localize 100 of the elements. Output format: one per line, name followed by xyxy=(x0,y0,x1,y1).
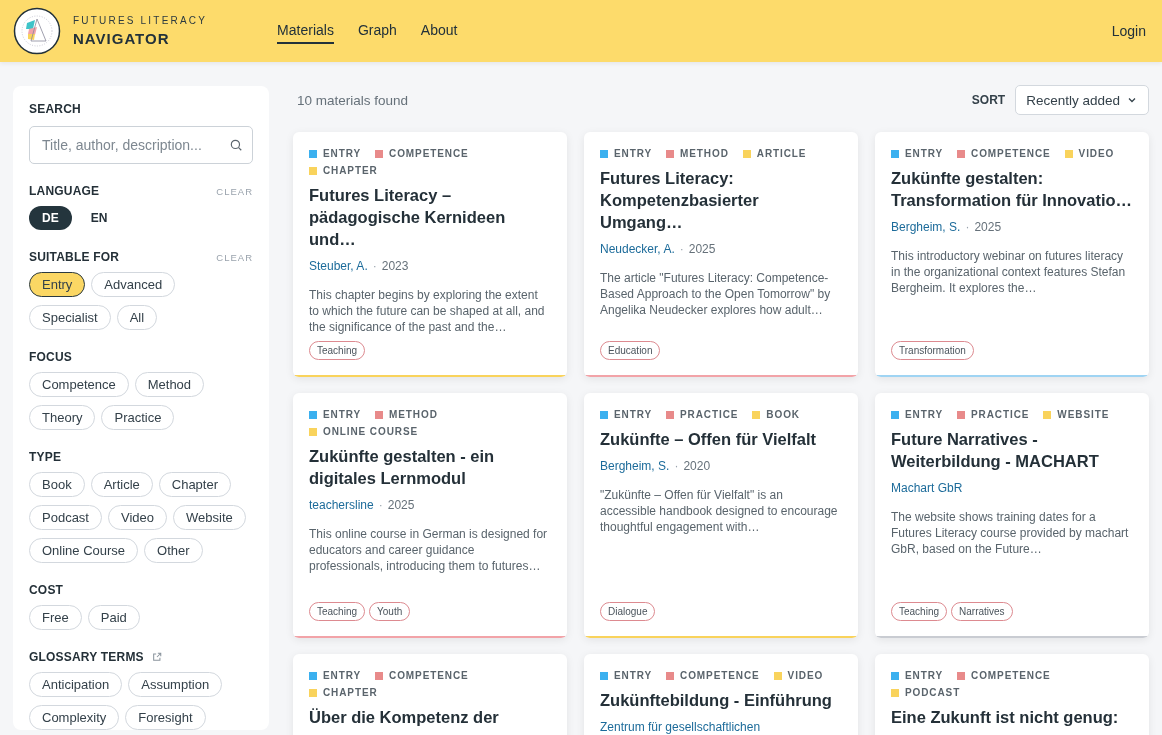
section-title: FOCUS xyxy=(29,350,72,364)
tag-label: WEBSITE xyxy=(1057,409,1110,420)
material-card[interactable] xyxy=(875,393,1149,638)
tag-label: ENTRY xyxy=(905,670,944,681)
tag-label: CHAPTER xyxy=(323,165,378,176)
card-description: This online course in German is designed for educators and career guidance professionals, introducing them to futures… xyxy=(309,526,549,575)
card-title: Eine Zukunft ist nicht genug: xyxy=(891,707,1120,728)
sort-label: SORT xyxy=(971,93,1006,107)
separator-dot: · xyxy=(378,498,383,512)
separator-dot: · xyxy=(372,259,377,273)
login-link[interactable]: Login xyxy=(1111,23,1146,39)
card-description: This chapter begins by exploring the extent to which the future can be shaped at all, and the significance of the past and the… xyxy=(309,287,546,336)
tag-label: ENTRY xyxy=(614,409,653,420)
card-year: 2025 xyxy=(387,498,415,512)
filter-chip[interactable]: Practice xyxy=(101,405,175,430)
search-icon xyxy=(229,138,243,152)
tag-label: PRACTICE xyxy=(680,409,739,420)
tag-label: ONLINE COURSE xyxy=(323,426,419,437)
tag-label: METHOD xyxy=(680,148,729,159)
filter-chip[interactable]: Book xyxy=(29,472,85,497)
author-link[interactable]: teachersline xyxy=(309,498,374,512)
material-card[interactable]: ENTRY COMPETENCE PODCAST Eine Zukunft ist nicht genug: xyxy=(875,654,1149,735)
card-year: 2023 xyxy=(381,259,409,273)
tag-label: COMPETENCE xyxy=(389,670,469,681)
card-title: Zukünfte gestalten - ein digitales Lernmodul xyxy=(309,446,496,489)
tag-label: BOOK xyxy=(766,409,800,420)
tag-label: COMPETENCE xyxy=(389,148,469,159)
card-title: Über die Kompetenz der xyxy=(309,707,500,728)
separator-dot: · xyxy=(679,242,684,256)
filter-chip[interactable]: Chapter xyxy=(158,472,231,497)
separator-dot: · xyxy=(965,220,970,234)
card-title: Zukünftebildung - Einführung xyxy=(600,690,833,711)
card-description: The article "Futures Literacy: Competence-Based Approach to the Open Tomorrow" by Angelika Neudecker explores how adult… xyxy=(600,270,832,319)
tag-label: VIDEO xyxy=(787,670,824,681)
section-title: TYPE xyxy=(29,450,62,464)
filter-chip[interactable]: Foresight xyxy=(125,705,206,730)
card-title: Future Narratives - Weiterbildung - MACHART xyxy=(891,429,1100,472)
card-description: This introductory webinar on futures literacy in the organizational context features Stefan Bergheim. It explores the… xyxy=(891,248,1127,297)
tag-label: ENTRY xyxy=(323,409,362,420)
tag-label: COMPETENCE xyxy=(680,670,760,681)
search-field[interactable]: Title, author, description... xyxy=(29,126,253,164)
filter-chip[interactable]: Article xyxy=(90,472,153,497)
filter-chip[interactable]: Video xyxy=(108,505,167,530)
filter-chip[interactable]: Podcast xyxy=(29,505,102,530)
filter-chip[interactable]: Anticipation xyxy=(29,672,123,697)
author-link[interactable]: Neudecker, A. xyxy=(600,242,675,256)
separator-dot: · xyxy=(674,459,679,473)
card-year: 2020 xyxy=(683,459,711,473)
material-card[interactable] xyxy=(875,132,1149,377)
nav-link[interactable]: Graph xyxy=(357,18,397,44)
author-link[interactable]: Bergheim, S. xyxy=(600,459,670,473)
tag-label: ENTRY xyxy=(905,148,944,159)
author-link[interactable]: Machart GbR xyxy=(891,481,963,495)
tag-label: ENTRY xyxy=(323,670,362,681)
language-toggle[interactable]: DE xyxy=(29,206,72,230)
tag-label: PRACTICE xyxy=(971,409,1030,420)
author-link[interactable]: Bergheim, S. xyxy=(891,220,961,234)
tag-label: PODCAST xyxy=(905,687,961,698)
tag-label: ARTICLE xyxy=(756,148,807,159)
tag-label: ENTRY xyxy=(614,670,653,681)
filter-chip[interactable]: Entry xyxy=(29,272,86,297)
filter-chip[interactable]: Paid xyxy=(87,605,140,630)
filter-chip[interactable]: Competence xyxy=(29,372,129,397)
tag-label: ENTRY xyxy=(614,148,653,159)
tag-label: COMPETENCE xyxy=(971,670,1051,681)
filter-chip[interactable]: Free xyxy=(29,605,82,630)
filter-chip[interactable]: Method xyxy=(134,372,205,397)
material-card[interactable]: ENTRY COMPETENCE CHAPTER Über die Kompetenz der xyxy=(293,654,567,735)
filter-chip[interactable]: Specialist xyxy=(29,305,111,330)
filter-chip[interactable]: Assumption xyxy=(128,672,223,697)
brand-title: NAVIGATOR xyxy=(73,30,171,47)
material-card[interactable]: ENTRY COMPETENCE VIDEO Zukünftebildung - Einführung Zentrum für gesellschaftlichen xyxy=(584,654,858,735)
external-link-icon[interactable] xyxy=(151,652,162,662)
nav-link[interactable]: About xyxy=(420,18,458,44)
card-title: Zukünfte gestalten: Transformation für Innovatio… xyxy=(891,168,1133,211)
material-card[interactable]: ENTRY PRACTICE BOOK Zukünfte – Offen für Vielfalt Bergheim, S. · 2020 "Zukünfte – Offen für Vielfalt" is an accessible handbook designed to encourage thoughtful engagement with… Dialogue xyxy=(584,393,858,638)
card-description: The website shows training dates for a Futures Literacy course provided by machart GbR, based on the Future… xyxy=(891,509,1130,558)
material-card[interactable] xyxy=(293,393,567,638)
tag-label: ENTRY xyxy=(323,148,362,159)
card-title: Futures Literacy: Kompetenzbasierter Umgang… xyxy=(600,168,760,233)
filter-chip[interactable]: Website xyxy=(173,505,246,530)
material-card[interactable] xyxy=(584,132,858,377)
author-link[interactable]: Steuber, A. xyxy=(309,259,368,273)
section-title: GLOSSARY TERMS xyxy=(29,650,144,664)
card-description: "Zukünfte – Offen für Vielfalt" is an accessible handbook designed to encourage thoughtful engagement with… xyxy=(600,487,839,536)
section-title: SEARCH xyxy=(29,102,82,116)
filter-chip[interactable]: Advanced xyxy=(91,272,176,297)
filter-chip[interactable]: Complexity xyxy=(29,705,120,730)
filter-chip[interactable]: All xyxy=(116,305,158,330)
section-title: SUITABLE FOR xyxy=(29,250,120,264)
filter-chip[interactable]: Theory xyxy=(29,405,96,430)
filter-chip[interactable]: Other xyxy=(144,538,203,563)
sort-dropdown[interactable]: Recently added xyxy=(1015,85,1149,115)
language-toggle[interactable]: EN xyxy=(77,206,121,230)
material-card[interactable] xyxy=(293,132,567,377)
nav-link[interactable]: Materials xyxy=(277,18,334,44)
tag-label: CHAPTER xyxy=(323,687,378,698)
filter-chip[interactable]: Online Course xyxy=(29,538,139,563)
card-year: 2025 xyxy=(974,220,1002,234)
author-link[interactable]: Zentrum für gesellschaftlichen xyxy=(600,720,761,734)
